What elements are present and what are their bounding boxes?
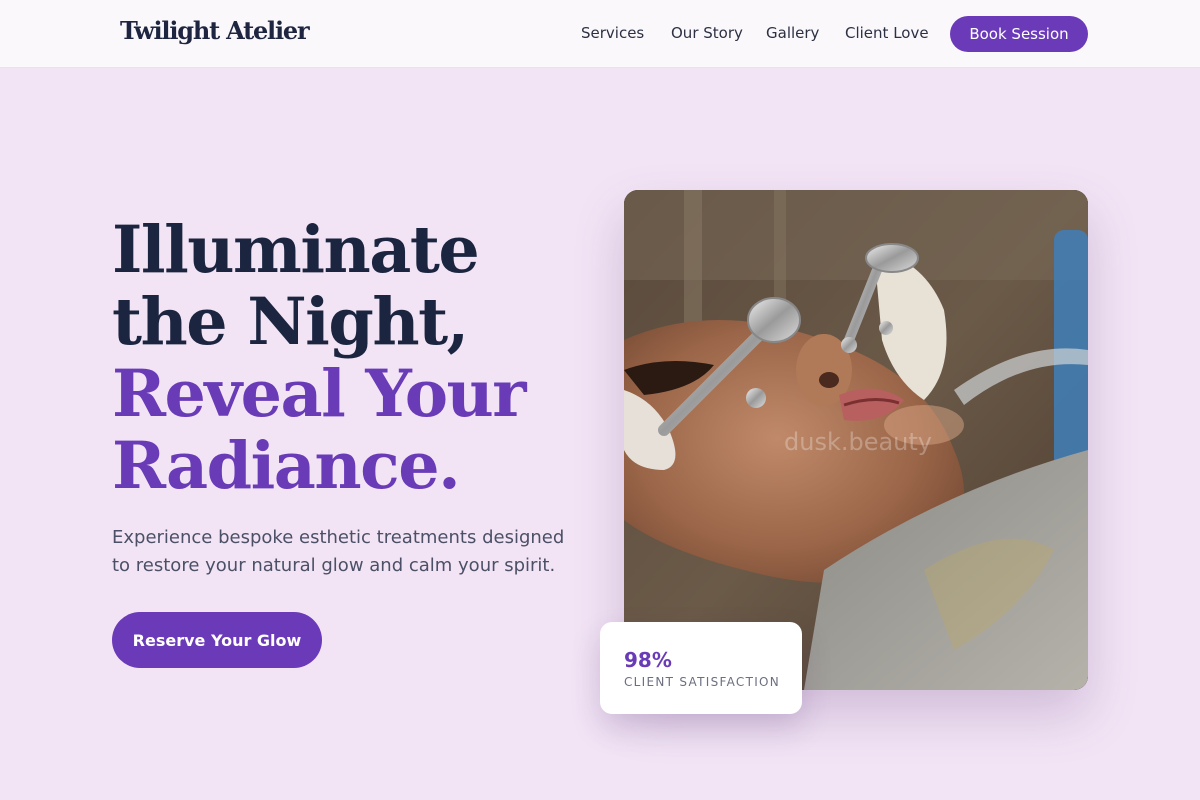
satisfaction-value: 98%: [624, 648, 672, 672]
nav-link-client-love[interactable]: Client Love: [845, 24, 929, 42]
photo-watermark: dusk.beauty: [784, 428, 933, 456]
brand-logo[interactable]: Twilight Atelier: [120, 16, 310, 45]
headline-accent-line: Radiance.: [112, 428, 461, 504]
nav-link-gallery[interactable]: Gallery: [766, 24, 819, 42]
nav-link-services[interactable]: Services: [581, 24, 644, 42]
headline-accent-line: Reveal Your: [112, 356, 527, 432]
satisfaction-card: 98% CLIENT SATISFACTION: [600, 622, 802, 714]
reserve-glow-button[interactable]: Reserve Your Glow: [112, 612, 322, 668]
headline-line: Illuminate: [112, 212, 480, 288]
satisfaction-label: CLIENT SATISFACTION: [624, 675, 781, 689]
hero-headline: Illuminate the Night, Reveal Your Radian…: [112, 214, 612, 502]
headline-line: the Night,: [112, 284, 469, 360]
book-session-button[interactable]: Book Session: [950, 16, 1088, 52]
site-header: Twilight Atelier Services Our Story Gall…: [0, 0, 1200, 68]
nav-link-our-story[interactable]: Our Story: [671, 24, 743, 42]
hero-subtext: Experience bespoke esthetic treatments d…: [112, 527, 565, 576]
hero-photo: dusk.beauty: [624, 190, 1088, 690]
